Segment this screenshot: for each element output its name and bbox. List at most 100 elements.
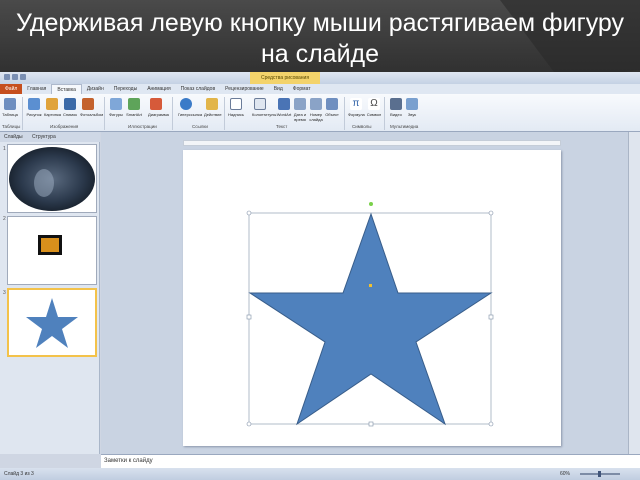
star-shape[interactable]	[248, 212, 493, 426]
button-label: Надпись	[228, 112, 244, 117]
button-label: Звук	[407, 112, 417, 117]
resize-handle[interactable]	[488, 210, 494, 216]
tab-slideshow[interactable]: Показ слайдов	[176, 84, 220, 94]
slide-thumbnail-2[interactable]	[7, 216, 97, 285]
action-icon	[206, 98, 218, 110]
button-label: Снимок	[62, 112, 78, 117]
caption-banner: Удерживая левую кнопку мыши растягиваем …	[0, 0, 640, 80]
tab-home[interactable]: Главная	[22, 84, 51, 94]
group-label-symbols: Символы	[352, 124, 372, 129]
photo-album-button[interactable]: Фотоальбом	[80, 98, 103, 117]
button-label: Таблица	[2, 112, 18, 117]
slide-number-icon	[310, 98, 322, 110]
button-label: WordArt	[276, 112, 292, 117]
group-label-tables: Таблицы	[2, 124, 21, 129]
video-button[interactable]: Видео	[388, 98, 404, 117]
shapes-icon	[110, 98, 122, 110]
symbol-icon: Ω	[368, 98, 380, 110]
smartart-button[interactable]: SmartArt	[126, 98, 142, 117]
slide-canvas[interactable]	[183, 150, 561, 446]
photo-thumbnail	[9, 147, 95, 211]
screenshot-icon	[64, 98, 76, 110]
zoom-slider-knob[interactable]	[598, 471, 601, 477]
title-bar: Средства рисования	[0, 72, 640, 84]
chart-button[interactable]: Диаграмма	[148, 98, 169, 117]
resize-handle[interactable]	[246, 314, 252, 320]
button-label: Рисунок	[26, 112, 42, 117]
wordart-icon	[278, 98, 290, 110]
screenshot-button[interactable]: Снимок	[62, 98, 78, 117]
slide-drawing	[246, 202, 494, 427]
tab-animations[interactable]: Анимация	[142, 84, 175, 94]
resize-handle[interactable]	[246, 210, 252, 216]
button-label: Объект	[325, 112, 339, 117]
audio-button[interactable]: Звук	[404, 98, 420, 117]
undo-icon[interactable]	[12, 74, 18, 80]
tab-insert[interactable]: Вставка	[51, 84, 82, 94]
tab-outline[interactable]: Структура	[32, 134, 56, 140]
button-label: Колонтитулы	[252, 112, 277, 117]
wordart-button[interactable]: WordArt	[276, 98, 292, 117]
slide-number-button[interactable]: Номер слайда	[308, 98, 324, 122]
slides-panel: Слайды Структура 1 2 3	[0, 132, 100, 454]
slide-status: Слайд 3 из 3	[4, 471, 34, 477]
tab-format[interactable]: Формат	[288, 84, 316, 94]
quick-access-toolbar[interactable]	[4, 74, 26, 80]
header-footer-button[interactable]: Колонтитулы	[252, 98, 276, 117]
tab-design[interactable]: Дизайн	[82, 84, 109, 94]
slide-thumbnail-3[interactable]	[7, 288, 97, 357]
button-label: Гиперссылка	[178, 112, 203, 117]
notes-placeholder: Заметки к слайду	[104, 458, 153, 464]
group-divider	[224, 97, 225, 130]
panel-tabs: Слайды Структура	[0, 132, 100, 142]
tab-transitions[interactable]: Переходы	[109, 84, 142, 94]
button-label: Символ	[366, 112, 382, 117]
tab-file[interactable]: Файл	[0, 84, 23, 94]
clipart-button[interactable]: Картинка	[44, 98, 62, 117]
tab-view[interactable]: Вид	[269, 84, 288, 94]
rotate-handle[interactable]	[369, 202, 373, 206]
slide-thumbnail-1[interactable]	[7, 144, 97, 213]
hyperlink-icon	[180, 98, 192, 110]
object-button[interactable]: Объект	[324, 98, 340, 117]
clipart-icon	[46, 98, 58, 110]
audio-icon	[406, 98, 418, 110]
save-icon[interactable]	[4, 74, 10, 80]
tab-slides[interactable]: Слайды	[4, 134, 23, 140]
picture-icon	[28, 98, 40, 110]
tab-review[interactable]: Рецензирование	[220, 84, 269, 94]
group-label-text: Текст	[276, 124, 288, 129]
resize-handle[interactable]	[368, 421, 374, 427]
hyperlink-button[interactable]: Гиперссылка	[178, 98, 202, 117]
textbox-button[interactable]: Надпись	[228, 98, 244, 117]
caption-text: Удерживая левую кнопку мыши растягиваем …	[15, 9, 625, 68]
button-label: Дата и время	[293, 112, 307, 122]
group-divider	[104, 97, 105, 130]
redo-icon[interactable]	[20, 74, 26, 80]
object-icon	[326, 98, 338, 110]
formula-button[interactable]: π Формула	[348, 98, 365, 117]
button-label: Фигуры	[109, 112, 123, 117]
datetime-button[interactable]: Дата и время	[292, 98, 308, 122]
resize-handle[interactable]	[488, 314, 494, 320]
chart-icon	[150, 98, 162, 110]
resize-handle[interactable]	[488, 421, 494, 427]
textbox-icon	[230, 98, 242, 110]
header-footer-icon	[254, 98, 266, 110]
adjust-handle[interactable]	[369, 284, 372, 287]
resize-handle[interactable]	[246, 421, 252, 427]
button-label: Формула	[348, 112, 365, 117]
zoom-level[interactable]: 60%	[560, 471, 570, 477]
table-button[interactable]: Таблица	[2, 98, 18, 117]
notes-pane[interactable]: Заметки к слайду	[101, 454, 640, 468]
album-icon	[82, 98, 94, 110]
button-label: Номер слайда	[309, 112, 323, 122]
picture-button[interactable]: Рисунок	[26, 98, 42, 117]
group-divider	[344, 97, 345, 130]
button-label: Картинка	[44, 112, 62, 117]
action-button[interactable]: Действие	[204, 98, 222, 117]
shapes-button[interactable]: Фигуры	[108, 98, 124, 117]
vertical-scrollbar[interactable]	[628, 132, 640, 454]
slide-number: 2	[3, 216, 6, 222]
symbol-button[interactable]: Ω Символ	[366, 98, 382, 117]
